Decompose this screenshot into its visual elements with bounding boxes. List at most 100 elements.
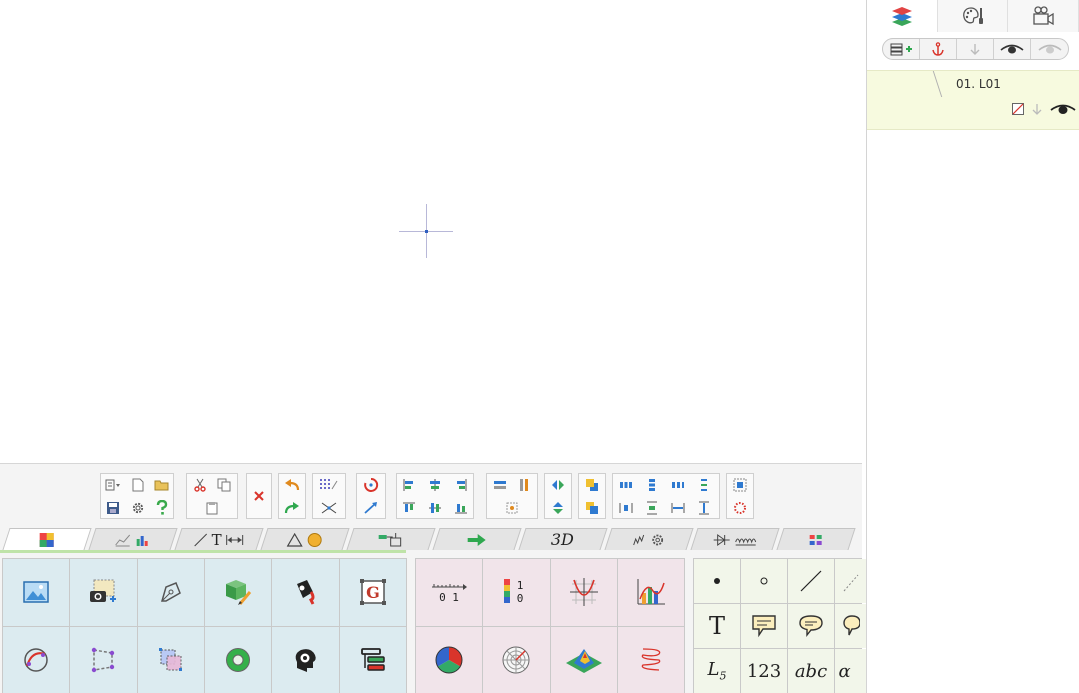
tab-layers[interactable] [867, 0, 938, 32]
send-back-button[interactable] [581, 498, 603, 518]
same-height-button[interactable] [513, 475, 535, 495]
center-button[interactable] [501, 498, 523, 518]
hide-layer-button[interactable] [1031, 39, 1068, 59]
distribute-v-button[interactable] [641, 475, 663, 495]
tab-electronics[interactable] [690, 528, 780, 550]
callout-rect-tool[interactable] [741, 604, 787, 648]
eye-icon[interactable] [1050, 103, 1076, 115]
flip-vertical-button[interactable] [547, 498, 569, 518]
paste-button[interactable] [201, 498, 223, 518]
tab-images[interactable] [2, 528, 92, 550]
align-bottom-button[interactable] [450, 498, 472, 518]
delete-button[interactable] [248, 486, 270, 506]
snap-button[interactable] [318, 498, 340, 518]
overlap-tool[interactable] [137, 626, 204, 693]
align-right-button[interactable] [450, 475, 472, 495]
graphics-object-tool[interactable]: G [339, 559, 406, 626]
tab-lines-text[interactable]: T [174, 528, 264, 550]
number-tool[interactable]: 123 [741, 649, 787, 693]
screenshot-tool[interactable] [70, 559, 137, 626]
group-button[interactable] [729, 475, 751, 495]
chart-tool[interactable] [617, 559, 684, 626]
align-top-button[interactable] [398, 498, 420, 518]
bring-front-icon [586, 479, 598, 491]
open-file-button[interactable] [151, 475, 173, 495]
align-middle-button[interactable] [424, 498, 446, 518]
arrow-down-icon[interactable] [1032, 103, 1042, 115]
layer-row[interactable]: 01. L01 [867, 70, 1079, 130]
circle-point-tool[interactable] [741, 559, 787, 603]
tab-shapes[interactable] [260, 528, 350, 550]
width-button[interactable] [667, 498, 689, 518]
move-down-button[interactable] [957, 39, 994, 59]
text-tool[interactable]: T [694, 604, 740, 648]
pen-tool[interactable] [137, 559, 204, 626]
donut-tool[interactable] [205, 626, 272, 693]
math-text-tool[interactable]: α [835, 649, 866, 693]
callout-cloud-tool[interactable] [835, 604, 866, 648]
gap-h-button[interactable] [615, 498, 637, 518]
label-tool[interactable]: L5 [694, 649, 740, 693]
ai-assistant-tool[interactable] [272, 626, 339, 693]
save-button[interactable] [102, 498, 124, 518]
dot-tool[interactable] [694, 559, 740, 603]
ungroup-button[interactable] [729, 498, 751, 518]
distribute-h-button[interactable] [615, 475, 637, 495]
tab-animation[interactable] [1008, 0, 1079, 32]
help-button[interactable] [151, 498, 173, 518]
text-tool-label: T [708, 612, 725, 640]
grid-button[interactable] [318, 475, 340, 495]
rich-text-tool[interactable]: abc [788, 649, 834, 693]
show-layer-button[interactable] [994, 39, 1031, 59]
polygon-points-tool[interactable] [70, 626, 137, 693]
format-painter-tool[interactable] [272, 559, 339, 626]
helix-plot-tool[interactable] [617, 626, 684, 693]
gap-v-button[interactable] [641, 498, 663, 518]
tab-3d[interactable]: 3D [518, 528, 608, 550]
object-list-tool[interactable] [339, 626, 406, 693]
tab-flowchart[interactable] [346, 528, 436, 550]
line-tool[interactable] [788, 559, 834, 603]
intersection-tool[interactable] [3, 626, 70, 693]
align-group [396, 473, 474, 519]
tab-arrows[interactable] [432, 528, 522, 550]
align-center-button[interactable] [424, 475, 446, 495]
dashed-line-tool[interactable] [835, 559, 866, 603]
tab-style[interactable] [937, 0, 1009, 32]
spacing-h-button[interactable] [667, 475, 689, 495]
cut-button[interactable] [189, 475, 211, 495]
new-menu-button[interactable] [102, 475, 124, 495]
new-file-button[interactable] [127, 475, 149, 495]
tab-more[interactable] [776, 528, 856, 550]
color-scale-tool[interactable]: 10 [483, 559, 550, 626]
function-plot-tool[interactable] [550, 559, 617, 626]
axis-ticks-icon: 0 1 [432, 584, 468, 604]
height-button[interactable] [693, 498, 715, 518]
settings-button[interactable] [127, 498, 149, 518]
insert-image-tool[interactable] [3, 559, 70, 626]
rotate-button[interactable] [360, 475, 382, 495]
flip-vertical-icon [553, 502, 563, 514]
add-layer-button[interactable] [883, 39, 920, 59]
bring-front-button[interactable] [581, 475, 603, 495]
no-fill-icon[interactable] [1012, 103, 1024, 115]
tab-charts[interactable] [88, 528, 178, 550]
same-width-button[interactable] [489, 475, 511, 495]
surface-plot-tool[interactable] [550, 626, 617, 693]
undo-button[interactable] [281, 475, 303, 495]
copy-button[interactable] [213, 475, 235, 495]
move-point-button[interactable] [360, 498, 382, 518]
axis-tool[interactable]: 0 1 [416, 559, 483, 626]
layer-name-tab[interactable]: 01. L01 [932, 71, 1020, 97]
drawing-canvas[interactable] [0, 0, 862, 463]
anchor-button[interactable] [920, 39, 957, 59]
tab-mechanics[interactable] [604, 528, 694, 550]
align-left-button[interactable] [398, 475, 420, 495]
redo-button[interactable] [281, 498, 303, 518]
polar-chart-tool[interactable] [483, 626, 550, 693]
callout-round-tool[interactable] [788, 604, 834, 648]
spacing-v-button[interactable] [693, 475, 715, 495]
flip-horizontal-button[interactable] [547, 475, 569, 495]
pie-chart-tool[interactable] [416, 626, 483, 693]
symbol-editor-tool[interactable] [205, 559, 272, 626]
